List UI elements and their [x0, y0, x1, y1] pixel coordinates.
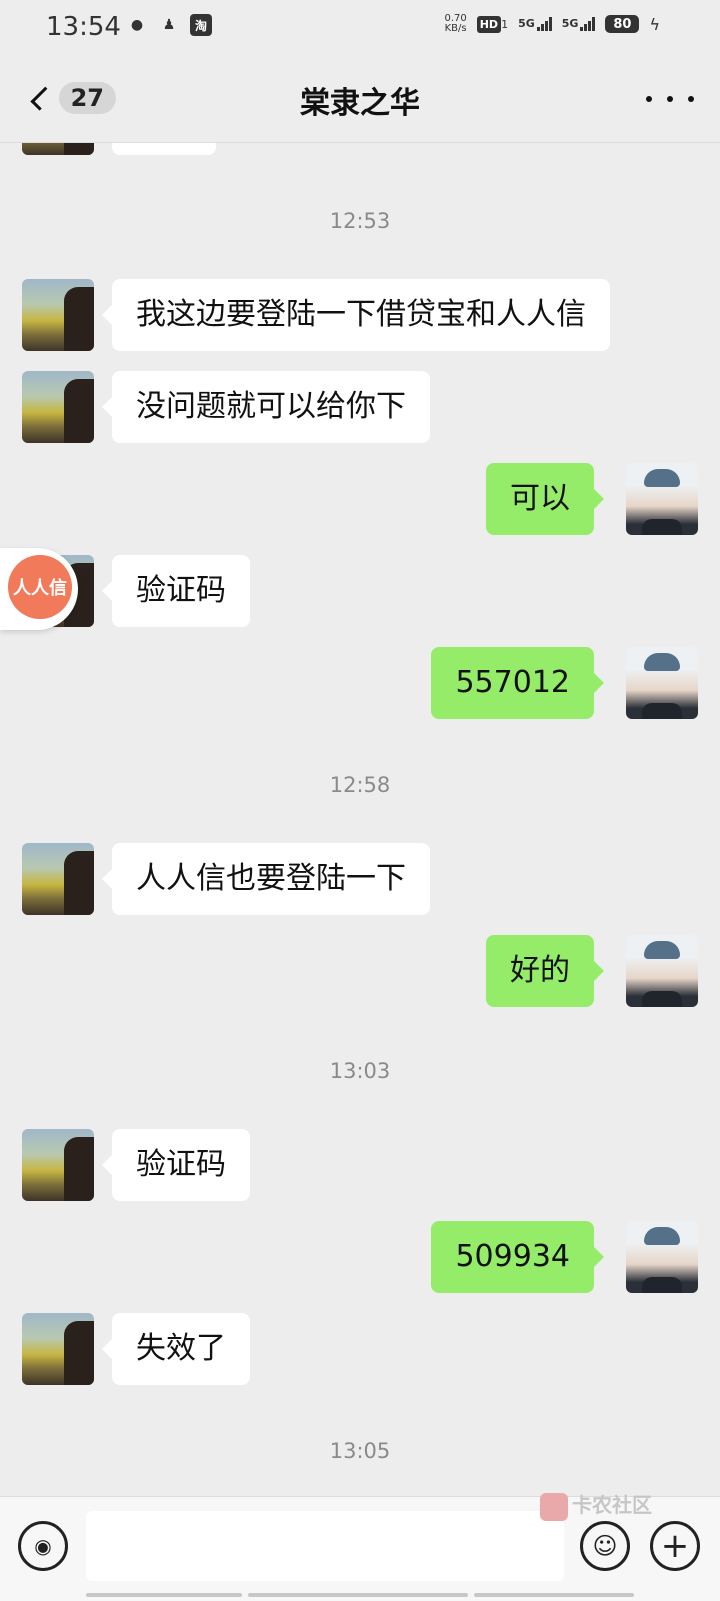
network-speed: 0.70 KB/s	[444, 13, 467, 34]
plus-icon: +	[660, 1526, 690, 1566]
timestamp: 13:05	[329, 1439, 391, 1463]
peer-message-bubble[interactable]	[112, 143, 216, 155]
voice-input-button[interactable]: ◉	[18, 1521, 68, 1571]
dot-icon	[667, 96, 673, 102]
input-bar: ◉ 卡农社区 ☺ +	[0, 1492, 720, 1601]
peer-message-bubble[interactable]: 我这边要登陆一下借贷宝和人人信	[102, 279, 610, 351]
self-avatar[interactable]	[626, 647, 698, 719]
signal-icon-1: 5G	[518, 17, 552, 31]
peer-message-bubble[interactable]: 没问题就可以给你下	[102, 371, 430, 443]
gesture-bar	[0, 1593, 720, 1600]
message-list[interactable]: 12:53 我这边要登陆一下借贷宝和人人信 没问题就可以给你下 可以 验证码 5…	[0, 143, 720, 1496]
chat-header: 27 棠隶之华	[0, 56, 720, 143]
more-actions-button[interactable]: +	[650, 1521, 700, 1571]
peer-avatar[interactable]	[22, 1313, 94, 1385]
wechat-icon: ●	[130, 17, 144, 33]
peer-message-bubble[interactable]: 失效了	[102, 1313, 250, 1385]
self-avatar[interactable]	[626, 463, 698, 535]
peer-avatar[interactable]	[22, 143, 94, 155]
emoji-button[interactable]: ☺	[580, 1521, 630, 1571]
peer-message-bubble[interactable]: 人人信也要登陆一下	[102, 843, 430, 915]
notification-icons: ● ♟ 淘	[126, 14, 212, 36]
chat-title: 棠隶之华	[300, 86, 420, 121]
charging-icon: ϟ	[649, 14, 660, 34]
peer-message-bubble[interactable]: 验证码	[102, 555, 250, 627]
timestamp: 12:53	[329, 209, 391, 233]
peer-avatar[interactable]	[22, 843, 94, 915]
self-message-bubble[interactable]: 557012	[431, 647, 604, 719]
battery-icon: 80	[605, 15, 640, 33]
renrenxin-app-icon: 人人信	[8, 555, 72, 619]
voice-icon: ◉	[34, 1534, 52, 1558]
dot-icon	[646, 96, 652, 102]
peer-avatar[interactable]	[22, 279, 94, 351]
qq-icon: ♟	[162, 17, 176, 33]
message-input[interactable]	[86, 1511, 564, 1581]
watermark-logo-icon	[540, 1492, 568, 1521]
self-avatar[interactable]	[626, 935, 698, 1007]
self-message-bubble[interactable]: 可以	[486, 463, 604, 535]
dot-icon	[688, 96, 694, 102]
more-options-button[interactable]	[646, 84, 694, 114]
status-bar: 13:54 ● ♟ 淘 0.70 KB/s HD 1 5G 5G 80 ϟ	[0, 0, 720, 56]
peer-avatar[interactable]	[22, 371, 94, 443]
self-message-bubble[interactable]: 好的	[486, 935, 604, 1007]
timestamp: 13:03	[329, 1059, 391, 1083]
smiley-icon: ☺	[592, 1532, 618, 1560]
status-right: 0.70 KB/s HD 1 5G 5G 80 ϟ	[444, 14, 660, 34]
self-avatar[interactable]	[626, 1221, 698, 1293]
signal-icon-2: 5G	[562, 17, 596, 31]
peer-message-bubble[interactable]: 验证码	[102, 1129, 250, 1201]
taobao-icon: 淘	[190, 14, 212, 36]
self-message-bubble[interactable]: 509934	[431, 1221, 604, 1293]
timestamp: 12:58	[329, 773, 391, 797]
hd-icon: HD 1	[476, 15, 508, 33]
peer-avatar[interactable]	[22, 1129, 94, 1201]
status-time: 13:54	[46, 12, 121, 42]
watermark: 卡农社区	[540, 1489, 652, 1521]
